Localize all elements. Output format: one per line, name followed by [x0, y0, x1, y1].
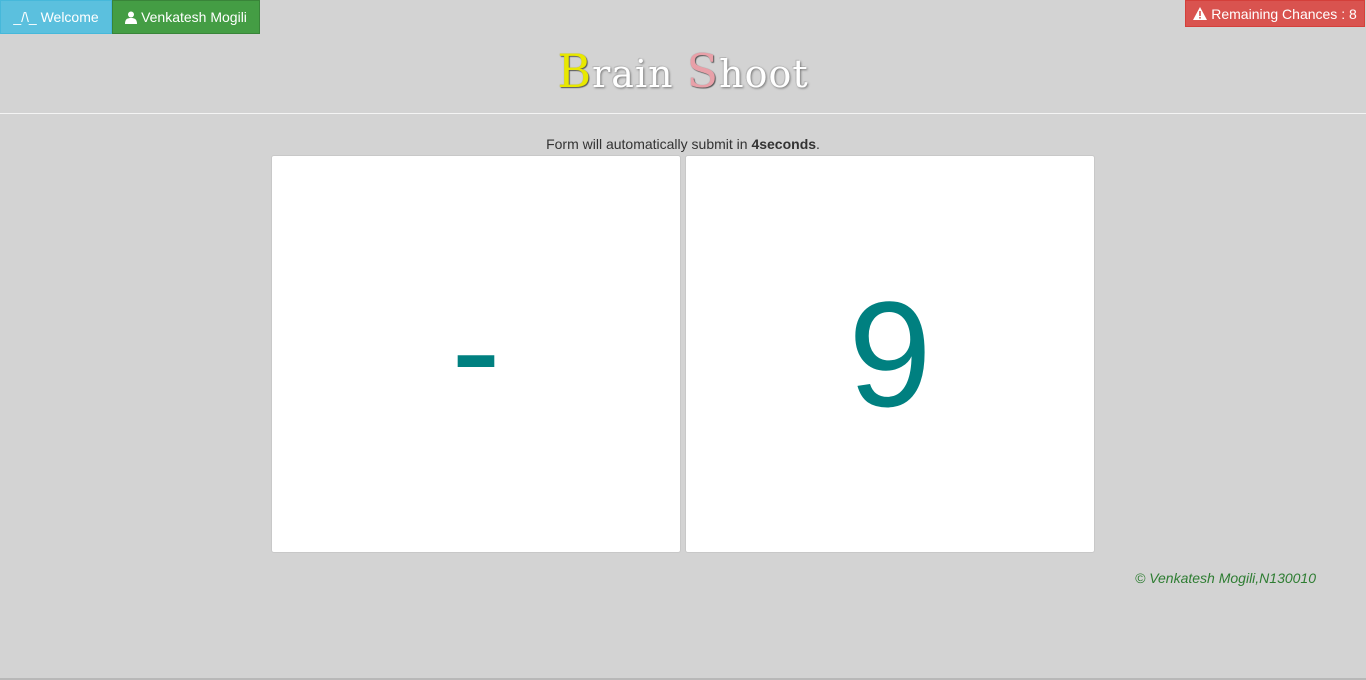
- left-card-value: -: [451, 265, 501, 433]
- logo-cap-s: S: [686, 44, 720, 98]
- remaining-chances-label: Remaining Chances : 8: [1211, 5, 1357, 22]
- logo-text-hoot: hoot: [719, 52, 809, 96]
- user-name: Venkatesh Mogili: [141, 9, 247, 25]
- logo-text-rain: rain: [592, 52, 687, 96]
- right-answer-card[interactable]: 9: [685, 155, 1095, 553]
- welcome-button[interactable]: _/\_ Welcome: [0, 0, 112, 34]
- notice-suffix: .: [816, 136, 820, 152]
- user-button[interactable]: Venkatesh Mogili: [112, 0, 260, 34]
- copyright-footer: © Venkatesh Mogili,N130010: [1134, 570, 1316, 586]
- header-divider: [0, 113, 1366, 114]
- left-answer-card[interactable]: -: [271, 155, 681, 553]
- auto-submit-notice: Form will automatically submit in 4secon…: [0, 136, 1366, 152]
- remaining-chances-badge[interactable]: Remaining Chances : 8: [1185, 0, 1365, 27]
- brainshoot-logo: Brain Shoot: [0, 44, 1366, 98]
- notice-prefix: Form will automatically submit in: [546, 136, 752, 152]
- warning-icon: [1193, 7, 1208, 20]
- page: _/\_ Welcome Venkatesh Mogili Remaining …: [0, 0, 1366, 680]
- right-card-value: 9: [848, 270, 932, 438]
- countdown-value: 4seconds: [751, 136, 817, 152]
- top-bar: _/\_ Welcome Venkatesh Mogili Remaining …: [0, 0, 1366, 36]
- welcome-label: _/\_ Welcome: [13, 9, 99, 25]
- logo-cap-b: B: [557, 44, 593, 98]
- user-icon: [125, 11, 138, 24]
